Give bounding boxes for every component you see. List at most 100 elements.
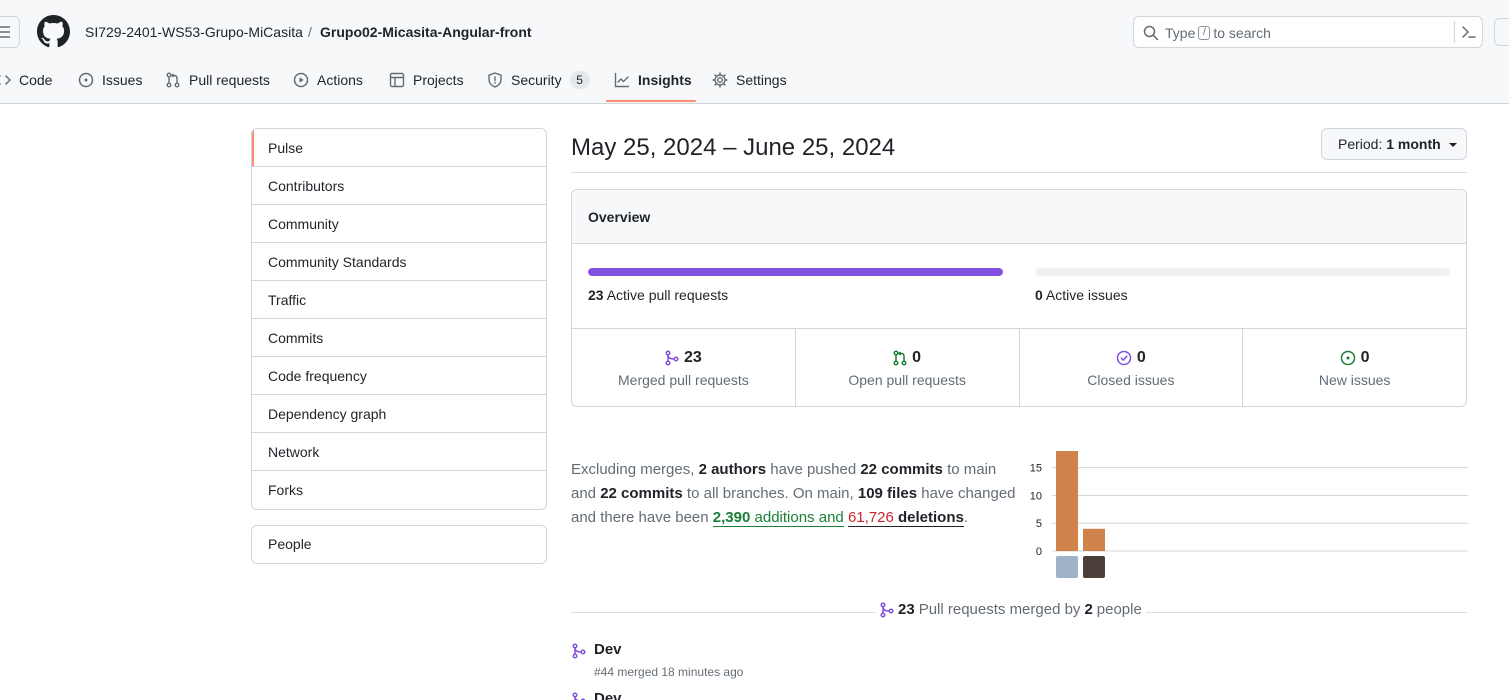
git-pull-request-icon (893, 350, 907, 366)
issue-closed-icon (1116, 350, 1132, 366)
summary-commits-main: 22 commits (860, 461, 943, 478)
tab-label: Security (511, 72, 562, 88)
overview-title: Overview (572, 190, 1466, 244)
tab-insights[interactable]: Insights (614, 62, 692, 104)
stat-value: 0 (1360, 349, 1370, 366)
active-issues-text[interactable]: Active issues (1046, 287, 1128, 303)
search-placeholder-suffix: to search (1213, 25, 1271, 41)
summary-text: to all branches. On main, (686, 485, 854, 502)
stat-new-issues[interactable]: 0 New issues (1243, 329, 1466, 406)
stat-closed-issues[interactable]: 0 Closed issues (1020, 329, 1244, 406)
chart-bar (1056, 451, 1078, 551)
chart-y-tick-label: 5 (1036, 518, 1042, 530)
menu-icon (0, 26, 10, 38)
stat-label: Closed issues (1087, 372, 1175, 388)
merged-text: Pull requests merged by (918, 601, 1081, 618)
sidebar-item-traffic[interactable]: Traffic (252, 281, 546, 319)
additions-and: and (818, 509, 844, 526)
play-icon (293, 72, 309, 88)
tab-issues[interactable]: Issues (78, 62, 142, 104)
search-placeholder-prefix: Type (1165, 25, 1196, 41)
issues-shortcut-button[interactable] (1494, 18, 1509, 46)
stat-merged-pull-requests[interactable]: 23 Merged pull requests (572, 329, 796, 406)
sidebar-item-community[interactable]: Community (252, 205, 546, 243)
chart-y-tick-label: 0 (1036, 546, 1042, 558)
tab-actions[interactable]: Actions (293, 62, 363, 104)
summary-text: Excluding merges, (571, 461, 695, 478)
deletions-count: 61,726 (847, 509, 894, 526)
git-merge-icon (880, 602, 894, 618)
tab-label: Issues (102, 72, 143, 88)
summary-commits-all: 22 commits (600, 485, 683, 502)
sidebar-item-forks[interactable]: Forks (252, 471, 546, 509)
contributors-commit-chart: 0 5 10 15 (1030, 451, 1468, 578)
tab-settings[interactable]: Settings (712, 62, 787, 104)
search-input[interactable]: Type / to search (1133, 16, 1483, 48)
stat-open-pull-requests[interactable]: 0 Open pull requests (796, 329, 1020, 406)
search-icon (1143, 25, 1159, 41)
contributor-avatar[interactable] (1083, 556, 1105, 578)
period-select-button[interactable]: Period: 1 month (1321, 128, 1467, 160)
breadcrumb-repo-link[interactable]: Grupo02-Micasita-Angular-front (320, 24, 532, 40)
git-merge-icon (665, 350, 679, 366)
sidebar-item-people[interactable]: People (251, 525, 547, 564)
period-label: Period: (1338, 136, 1383, 152)
command-palette-button[interactable] (1454, 21, 1482, 43)
overview-activity-bars: 23 Active pull requests 0 Active issues (572, 244, 1466, 329)
active-prs-text[interactable]: Active pull requests (607, 287, 728, 303)
active-prs-progress-fill (588, 268, 1003, 276)
overview-panel: Overview 23 Active pull requests 0 Activ… (571, 189, 1467, 407)
active-issues-progress-bar[interactable] (1035, 268, 1450, 276)
merged-count: 23 (898, 601, 915, 618)
sidebar-item-dependency-graph[interactable]: Dependency graph (252, 395, 546, 433)
active-issues-label: 0 Active issues (1035, 287, 1128, 303)
summary-text: have pushed (770, 461, 857, 478)
pr-meta: #44 merged 18 minutes ago (594, 665, 744, 679)
hamburger-menu-button[interactable] (0, 16, 20, 48)
deletions-word: deletions (898, 509, 964, 526)
sidebar-item-code-frequency[interactable]: Code frequency (252, 357, 546, 395)
stat-value: 23 (683, 349, 702, 366)
graph-icon (614, 72, 630, 88)
tab-label: Projects (413, 72, 464, 88)
breadcrumb-owner-link[interactable]: SI729-2401-WS53-Grupo-MiCasita (85, 24, 303, 40)
pr-title-link[interactable]: Dev (594, 690, 622, 700)
stat-label: New issues (1318, 372, 1391, 388)
sidebar-item-contributors[interactable]: Contributors (252, 167, 546, 205)
summary-text: . (963, 509, 969, 526)
sidebar-item-network[interactable]: Network (252, 433, 546, 471)
tab-pull-requests[interactable]: Pull requests (165, 62, 270, 104)
merged-people-count: 2 (1084, 601, 1093, 618)
tab-security[interactable]: Security 5 (487, 62, 590, 104)
breadcrumb-separator: / (308, 24, 312, 40)
github-logo-icon[interactable] (37, 15, 70, 48)
tab-code[interactable]: Code (0, 62, 52, 104)
terminal-icon (1462, 26, 1476, 38)
issue-opened-icon (1340, 350, 1355, 366)
summary-authors: 2 authors (698, 461, 767, 478)
period-value: 1 month (1386, 136, 1441, 152)
git-merge-icon (572, 643, 586, 659)
tab-label: Actions (317, 72, 363, 88)
pr-title-link[interactable]: Dev (594, 641, 622, 659)
git-merge-icon (572, 692, 586, 700)
sidebar-item-commits[interactable]: Commits (252, 319, 546, 357)
merged-people-word: people (1096, 601, 1142, 618)
chart-bar (1083, 528, 1105, 551)
active-prs-label: 23 Active pull requests (588, 287, 728, 303)
tab-label: Pull requests (189, 72, 270, 88)
deletions-link[interactable]: 61,726 deletions (847, 509, 964, 527)
contributor-avatar[interactable] (1056, 556, 1078, 578)
git-pull-request-icon (166, 72, 180, 88)
active-prs-count: 23 (588, 287, 604, 303)
active-prs-progress-bar[interactable] (588, 268, 1003, 276)
tab-projects[interactable]: Projects (389, 62, 464, 104)
overview-stats: 23 Merged pull requests 0 Open pull requ… (572, 329, 1466, 406)
summary-files: 109 files (857, 485, 918, 502)
gear-icon (712, 72, 728, 88)
sidebar-item-community-standards[interactable]: Community Standards (252, 243, 546, 281)
commit-summary-text: Excluding merges, 2 authors have pushed … (571, 458, 1021, 530)
divider (571, 172, 1467, 173)
additions-link[interactable]: 2,390 additions and (712, 509, 844, 527)
sidebar-item-pulse[interactable]: Pulse (252, 129, 546, 167)
